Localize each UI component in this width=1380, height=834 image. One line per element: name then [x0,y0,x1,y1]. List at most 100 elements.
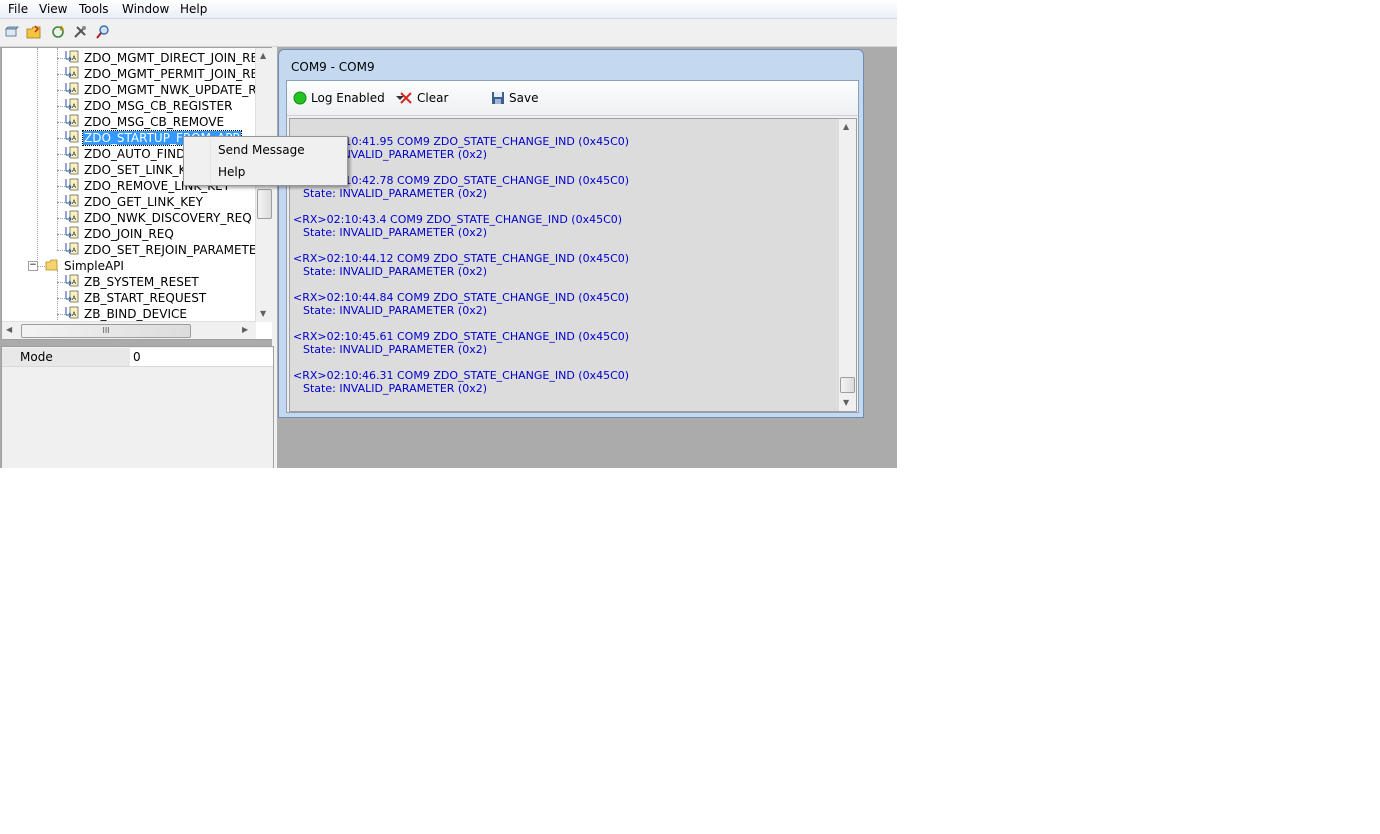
tree-item-label: ZDO_GET_LINK_KEY [84,195,203,209]
scrollbar-thumb[interactable] [257,189,272,219]
log-window-client: Log Enabled Clear Save <RX>02:10:41.95 C… [286,80,859,413]
tree-guide-line [57,74,65,75]
tree-guide-line [57,138,65,139]
tree-item[interactable]: A ZDO_MSG_CB_REGISTER [57,98,233,114]
message-icon: A [65,130,79,143]
scroll-up-arrow-icon[interactable]: ▲ [260,51,266,61]
log-state-line: State: INVALID_PARAMETER (0x2) [303,343,487,356]
message-tree[interactable]: A ZDO_MGMT_DIRECT_JOIN_RE A ZDO_MGMT_PERMIT… [1,47,274,340]
log-entry: <RX>02:10:45.61 COM9 ZDO_STATE_CHANGE_IN… [293,330,833,369]
property-row[interactable]: Mode 0 [2,348,273,367]
context-menu-help[interactable]: Help [186,161,345,183]
log-entry: <RX>02:10:44.84 COM9 ZDO_STATE_CHANGE_IN… [293,291,833,330]
tree-guide-line [57,314,65,315]
message-icon: A [65,162,79,175]
tree-item-label: ZDO_MGMT_DIRECT_JOIN_RE [84,51,259,65]
scroll-down-arrow-icon[interactable]: ▼ [260,309,266,319]
tree-item[interactable]: A ZDO_MGMT_NWK_UPDATE_R [57,82,258,98]
save-icon [492,92,504,104]
log-enabled-dropdown[interactable]: Log Enabled [293,89,405,107]
clear-icon [400,92,412,104]
save-button[interactable]: Save [491,89,538,107]
context-menu-send-message[interactable]: Send Message [186,139,345,161]
log-state-line: State: INVALID_PARAMETER (0x2) [303,226,487,239]
tree-guide-line [57,218,65,219]
log-message-line: <RX>02:10:42.78 COM9 ZDO_STATE_CHANGE_IN… [293,174,630,187]
log-entry: <RX>02:10:41.95 COM9 ZDO_STATE_CHANGE_IN… [293,135,833,174]
log-message-line: <RX>02:10:44.12 COM9 ZDO_STATE_CHANGE_IN… [293,252,630,265]
tree-guide-line [57,154,65,155]
tree-item-label: ZDO_NWK_DISCOVERY_REQ [84,211,252,225]
log-vertical-scrollbar[interactable]: ▲ ▼ [838,119,856,411]
tree-guide-line [37,266,45,267]
tree-item[interactable]: A ZB_SYSTEM_RESET [57,274,200,290]
scroll-up-arrow-icon[interactable]: ▲ [843,122,849,132]
tree-item[interactable]: A ZDO_MSG_CB_REMOVE [57,114,225,130]
com-log-window: COM9 - COM9 Log Enabled Clear Save <RX>0… [278,49,864,418]
tree-guide-line [57,234,65,235]
message-icon: A [65,82,79,95]
new-device-button[interactable] [2,22,22,42]
message-icon: A [65,306,79,319]
tree-guide-line [57,250,65,251]
menu-help[interactable]: Help [180,1,207,17]
tree-item[interactable]: A ZDO_JOIN_REQ [57,226,175,242]
log-message-line: <RX>02:10:45.61 COM9 ZDO_STATE_CHANGE_IN… [293,330,630,343]
tree-folder[interactable]: SimpleAPI [37,258,125,274]
menu-view[interactable]: View [39,1,67,17]
log-message-line: <RX>02:10:44.84 COM9 ZDO_STATE_CHANGE_IN… [293,291,630,304]
window-title: COM9 - COM9 [291,60,375,74]
scrollbar-thumb[interactable] [840,377,855,393]
tree-item-label: SimpleAPI [64,259,124,273]
tree-item[interactable]: A ZDO_MGMT_PERMIT_JOIN_RE [57,66,259,82]
log-entry: <RX>02:10:46.31 COM9 ZDO_STATE_CHANGE_IN… [293,369,833,408]
scrollbar-thumb[interactable]: III [21,324,191,338]
log-output[interactable]: <RX>02:10:41.95 COM9 ZDO_STATE_CHANGE_IN… [289,118,857,412]
menu-tools[interactable]: Tools [79,1,109,17]
log-state-line: State: INVALID_PARAMETER (0x2) [303,265,487,278]
tree-guide-line [57,282,65,283]
menu-window[interactable]: Window [122,1,169,17]
message-icon: A [65,290,79,303]
menu-file[interactable]: File [8,1,28,17]
log-entry: <RX>02:10:44.12 COM9 ZDO_STATE_CHANGE_IN… [293,252,833,291]
tree-item[interactable]: A ZDO_GET_LINK_KEY [57,194,204,210]
tree-item[interactable]: A ZB_BIND_DEVICE [57,306,188,322]
property-value[interactable]: 0 [133,348,141,366]
message-icon: A [65,114,79,127]
tree-item-label: ZDO_MGMT_PERMIT_JOIN_RE [84,67,259,81]
tree-item[interactable]: A ZDO_MGMT_DIRECT_JOIN_RE [57,50,259,66]
scroll-right-arrow-icon[interactable]: ▶ [242,325,248,335]
tree-item-label: ZDO_MSG_CB_REMOVE [84,115,225,129]
tree-item[interactable]: A ZDO_NWK_DISCOVERY_REQ [57,210,253,226]
scroll-down-arrow-icon[interactable]: ▼ [843,398,849,408]
search-device-icon [96,25,109,39]
open-button[interactable] [24,22,44,42]
refresh-icon [52,25,65,38]
folder-icon [45,259,58,271]
tools-button[interactable] [70,22,90,42]
tree-item[interactable]: A ZDO_SET_LINK_KEY [57,162,202,178]
log-message-line: <RX>02:10:41.95 COM9 ZDO_STATE_CHANGE_IN… [293,135,630,148]
property-grid: Mode 0 [1,346,274,468]
message-icon: A [65,66,79,79]
scroll-left-arrow-icon[interactable]: ◀ [6,325,12,335]
log-message-line: <RX>02:10:43.4 COM9 ZDO_STATE_CHANGE_IND… [293,213,623,226]
status-indicator-icon [293,91,307,105]
tree-item-label: ZB_START_REQUEST [84,291,207,305]
tree-item-label: ZDO_MSG_CB_REGISTER [84,99,233,113]
tree-guide-line [57,106,65,107]
tree-item[interactable]: A ZB_START_REQUEST [57,290,207,306]
log-state-line: State: INVALID_PARAMETER (0x2) [303,148,487,161]
log-entry: <RX>02:10:43.4 COM9 ZDO_STATE_CHANGE_IND… [293,213,833,252]
search-device-button[interactable] [93,22,113,42]
tree-guide-line [57,202,65,203]
tree-horizontal-scrollbar[interactable]: ◀ III ▶ [2,321,256,339]
application-window: File View Tools Window Help A ZDO_MGMT_DI… [0,0,897,468]
tree-item-label: ZDO_SET_REJOIN_PARAMETERS [84,243,273,257]
refresh-button[interactable] [48,22,68,42]
tree-item-label: ZDO_JOIN_REQ [84,227,174,241]
tree-item[interactable]: A ZDO_SET_REJOIN_PARAMETERS [57,242,273,258]
collapse-toggle-simpleapi[interactable]: − [28,261,38,271]
clear-button[interactable]: Clear [399,89,448,107]
